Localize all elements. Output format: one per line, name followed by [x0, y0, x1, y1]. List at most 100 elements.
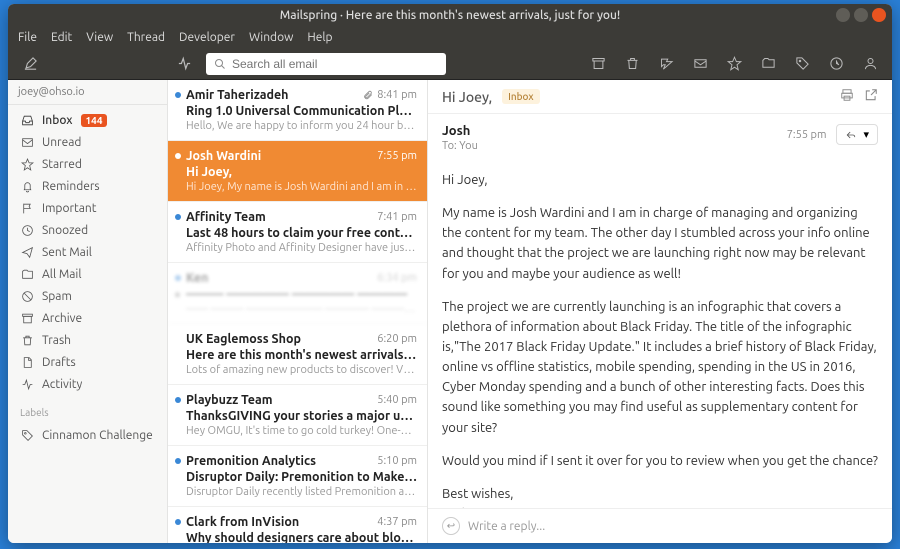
sidebar-item-all-mail[interactable]: All Mail — [8, 263, 167, 285]
menu-file[interactable]: File — [18, 31, 37, 44]
menubar: File Edit View Thread Developer Window H… — [8, 26, 892, 48]
chevron-down-icon: ▾ — [863, 128, 869, 141]
mail-subject: Ring 1.0 Universal Communication Platfor… — [186, 104, 417, 118]
sidebar-item-drafts[interactable]: Drafts — [8, 351, 167, 373]
sidebar-item-trash[interactable]: Trash — [8, 329, 167, 351]
body-greeting: Hi Joey, — [442, 170, 878, 190]
labels-header: Labels — [8, 399, 167, 420]
reader-time: 7:55 pm — [787, 129, 827, 141]
sidebar-item-sent-mail[interactable]: Sent Mail — [8, 241, 167, 263]
mail-item[interactable]: Playbuzz Team 5:40 pm ThanksGIVING your … — [168, 385, 427, 446]
sidebar-item-starred[interactable]: Starred — [8, 153, 167, 175]
sidebar-item-label: Inbox — [42, 114, 73, 127]
menu-edit[interactable]: Edit — [51, 31, 72, 44]
close-button[interactable] — [872, 8, 886, 22]
reader-body: Hi Joey, My name is Josh Wardini and I a… — [428, 162, 892, 508]
archive-button[interactable] — [586, 52, 610, 76]
account-button[interactable] — [858, 52, 882, 76]
sidebar-item-label: Activity — [42, 378, 82, 391]
star-button[interactable] — [722, 52, 746, 76]
sidebar-item-label: Unread — [42, 136, 81, 149]
reader-to: To: You — [442, 140, 478, 152]
reply-button[interactable]: ▾ — [836, 124, 878, 145]
body-close1: Best wishes, — [442, 487, 514, 501]
mail-item[interactable]: ★ Ken 6:34 pm ——— ————— ————— ———— —— ——… — [168, 263, 427, 324]
flag-icon — [20, 201, 34, 215]
mail-sender: Josh Wardini — [186, 149, 261, 163]
mail-item[interactable]: Amir Taherizadeh 8:41 pm Ring 1.0 Univer… — [168, 80, 427, 141]
move-button[interactable] — [756, 52, 780, 76]
unread-button[interactable] — [688, 52, 712, 76]
compose-button[interactable] — [18, 52, 42, 76]
sidebar-item-spam[interactable]: Spam — [8, 285, 167, 307]
trash-button[interactable] — [620, 52, 644, 76]
mail-time: 6:34 pm — [377, 272, 417, 284]
app-window: Mailspring · Here are this month's newes… — [8, 4, 892, 543]
sidebar-item-label: Drafts — [42, 356, 76, 369]
unread-dot — [175, 275, 181, 281]
window-title: Mailspring · Here are this month's newes… — [280, 9, 621, 22]
mail-snippet: —— ——— ——————— ———— ———— ——— —— — [186, 303, 417, 315]
mail-time: 7:55 pm — [377, 150, 417, 162]
mail-list: Amir Taherizadeh 8:41 pm Ring 1.0 Univer… — [168, 80, 428, 543]
menu-thread[interactable]: Thread — [127, 31, 165, 44]
maximize-button[interactable] — [854, 8, 868, 22]
minimize-button[interactable] — [836, 8, 850, 22]
sidebar-item-reminders[interactable]: Reminders — [8, 175, 167, 197]
reply-icon: ↩ — [442, 517, 460, 535]
folder-icon — [20, 267, 34, 281]
reply-placeholder: Write a reply... — [468, 520, 545, 533]
archive-icon — [20, 311, 34, 325]
mail-sender: Clark from InVision — [186, 515, 299, 529]
sidebar-item-label: All Mail — [42, 268, 82, 281]
mail-item[interactable]: Affinity Team 7:41 pm Last 48 hours to c… — [168, 202, 427, 263]
menu-help[interactable]: Help — [307, 31, 332, 44]
sidebar-item-unread[interactable]: Unread — [8, 131, 167, 153]
sidebar-item-activity[interactable]: Activity — [8, 373, 167, 395]
mail-subject: Last 48 hours to claim your free content… — [186, 226, 417, 240]
mail-subject: Why should designers care about blockcha… — [186, 531, 417, 543]
quick-reply[interactable]: ↩ Write a reply... — [428, 508, 892, 543]
send-icon — [20, 245, 34, 259]
snooze-button[interactable] — [824, 52, 848, 76]
mail-item[interactable]: Clark from InVision 4:37 pm Why should d… — [168, 507, 427, 543]
activity-icon[interactable] — [172, 52, 196, 76]
mail-item[interactable]: Josh Wardini 7:55 pm Hi Joey, Hi Joey, M… — [168, 141, 427, 202]
mail-snippet: Hi Joey, My name is Josh Wardini and I a… — [186, 181, 417, 193]
account-label[interactable]: joey@ohso.io — [8, 80, 167, 105]
menu-view[interactable]: View — [86, 31, 113, 44]
sidebar-item-important[interactable]: Important — [8, 197, 167, 219]
search-box[interactable] — [206, 53, 446, 75]
mail-snippet: Lots of amazing new products to discover… — [186, 364, 417, 376]
mail-item[interactable]: Premonition Analytics 5:10 pm Disruptor … — [168, 446, 427, 507]
mail-time: 6:20 pm — [377, 333, 417, 345]
mail-time: 5:10 pm — [377, 455, 417, 467]
activity-icon — [20, 377, 34, 391]
menu-developer[interactable]: Developer — [179, 31, 235, 44]
sidebar-item-label: Important — [42, 202, 96, 215]
unread-dot — [175, 214, 181, 220]
mail-snippet: Hey OMGU, It's time to go cold turkey! O… — [186, 425, 417, 437]
print-icon[interactable] — [840, 88, 854, 105]
sidebar-item-snoozed[interactable]: Snoozed — [8, 219, 167, 241]
spam-button[interactable] — [654, 52, 678, 76]
label-item[interactable]: Cinnamon Challenge — [8, 424, 167, 446]
mail-subject: ——— ————— ————— ———— — [186, 287, 417, 301]
clock-icon — [20, 223, 34, 237]
draft-icon — [20, 355, 34, 369]
body-p2: The project we are currently launching i… — [442, 297, 878, 438]
menu-window[interactable]: Window — [249, 31, 293, 44]
sidebar-item-label: Trash — [42, 334, 71, 347]
sidebar-item-label: Archive — [42, 312, 82, 325]
reader-tag[interactable]: Inbox — [502, 89, 539, 104]
label-button[interactable] — [790, 52, 814, 76]
sidebar-item-inbox[interactable]: Inbox 144 — [8, 109, 167, 131]
sidebar-item-archive[interactable]: Archive — [8, 307, 167, 329]
search-input[interactable] — [232, 57, 438, 71]
mail-subject: Disruptor Daily: Premonition to Make Wav… — [186, 470, 417, 484]
mail-sender: Premonition Analytics — [186, 454, 316, 468]
sidebar-item-label: Sent Mail — [42, 246, 92, 259]
mail-item[interactable]: UK Eaglemoss Shop 6:20 pm Here are this … — [168, 324, 427, 385]
popout-icon[interactable] — [864, 88, 878, 105]
sidebar-item-label: Spam — [42, 290, 72, 303]
